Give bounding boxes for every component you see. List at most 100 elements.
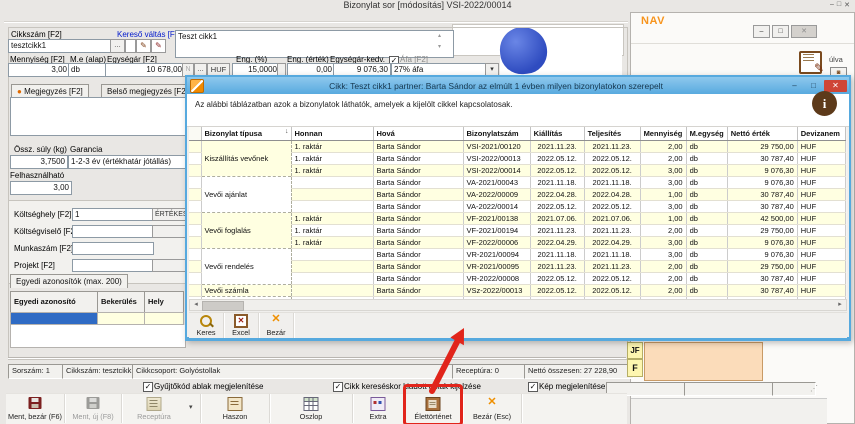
- dialog-maximize-icon[interactable]: □: [805, 80, 822, 92]
- close-icon[interactable]: ✕: [844, 1, 850, 9]
- recipe-button[interactable]: Receptúra: [122, 394, 186, 423]
- document-type-group: Kiszállítás vevőnek: [201, 141, 291, 177]
- column-header-7[interactable]: Mennyiség: [640, 127, 686, 141]
- dialog-titlebar[interactable]: Cikk: Teszt cikk1 partner: Barta Sándor …: [187, 77, 849, 94]
- column-header-5[interactable]: Kiállítás: [530, 127, 584, 141]
- item-search-checkbox[interactable]: ✓: [333, 382, 343, 392]
- spin-down-icon[interactable]: ▾: [438, 43, 441, 50]
- cost-center-input[interactable]: 1: [72, 208, 154, 221]
- cell-netto: 9 076,30: [727, 165, 797, 177]
- blank-button[interactable]: [125, 39, 136, 53]
- profit-button[interactable]: Haszon: [201, 394, 270, 423]
- egyedi-selected-cell[interactable]: [10, 312, 98, 325]
- table-row[interactable]: Vevői foglalás1. raktárBarta SándorVF-20…: [189, 213, 845, 225]
- edit-button[interactable]: ✎: [151, 39, 166, 53]
- cell-kiallitas: 2022.04.28.: [530, 189, 584, 201]
- search-toggle-link[interactable]: Kereső váltás [F9]: [117, 30, 181, 39]
- column-header-3[interactable]: Hová: [373, 127, 463, 141]
- dialog-subtitle: Az alábbi táblázatban azok a bizonylatok…: [187, 94, 849, 109]
- cell-hova: Barta Sándor: [373, 141, 463, 153]
- cell-netto: 42 500,00: [727, 213, 797, 225]
- save-close-button[interactable]: Ment, bezár (F6): [6, 394, 65, 423]
- item-name-memo[interactable]: Teszt cikk1: [175, 30, 454, 58]
- info-icon[interactable]: i: [812, 91, 837, 116]
- cell-szam: VA-2022/00014: [463, 201, 530, 213]
- egyedi-cell[interactable]: [97, 312, 145, 325]
- bullet-icon: ●: [17, 87, 22, 96]
- cell-hova: Barta Sándor: [373, 201, 463, 213]
- cell-kiallitas: 2022.05.12.: [530, 201, 584, 213]
- column-header-4[interactable]: Bizonylatszám: [463, 127, 530, 141]
- cell-honnan: [291, 249, 373, 261]
- column-header-6[interactable]: Teljesítés: [584, 127, 640, 141]
- scrollbar-thumb[interactable]: [202, 301, 244, 311]
- cell-hova: Barta Sándor: [373, 249, 463, 261]
- table-row[interactable]: Vevői ajánlatBarta SándorVA-2021/0004320…: [189, 177, 845, 189]
- row-selector: [189, 141, 201, 153]
- cell-netto: 30 787,40: [727, 189, 797, 201]
- maximize-icon[interactable]: □: [837, 1, 841, 9]
- column-header-2[interactable]: Honnan: [291, 127, 373, 141]
- collector-code-label: Gyűjtőkód ablak megjelenítése: [154, 382, 263, 391]
- table-row[interactable]: Vevői rendelésBarta SándorVR-2021/000942…: [189, 249, 845, 261]
- total-weight-input[interactable]: 3,7500: [10, 155, 68, 169]
- unit-price-input[interactable]: 10 678,00: [105, 63, 185, 77]
- egyedi-column-header[interactable]: Egyedi azonosító: [10, 291, 98, 313]
- chevron-down-icon: ▾: [189, 403, 193, 411]
- minimize-icon[interactable]: –: [753, 25, 770, 38]
- resize-grip[interactable]: ⋰: [810, 384, 818, 393]
- item-number-input[interactable]: tesztcikk1: [8, 39, 112, 53]
- column-header-1[interactable]: Bizonylat típusa↓: [201, 127, 291, 141]
- spin-up-icon[interactable]: ▴: [438, 32, 441, 39]
- unit-input[interactable]: db: [68, 63, 106, 77]
- dialog-minimize-icon[interactable]: –: [786, 80, 803, 92]
- edit-note-icon[interactable]: ✎: [799, 51, 822, 74]
- cell-szam: VF-2022/00006: [463, 237, 530, 249]
- close-button[interactable]: ✕Bezár: [259, 313, 294, 338]
- maximize-icon[interactable]: □: [772, 25, 789, 38]
- table-row[interactable]: Vevői számlaBarta SándorVSz-2022/0001320…: [189, 285, 845, 297]
- scroll-right-icon[interactable]: ▸: [834, 300, 846, 310]
- minimize-icon[interactable]: –: [830, 1, 834, 9]
- egyedi-column-header[interactable]: Hely: [144, 291, 184, 313]
- extra-button[interactable]: Extra: [353, 394, 404, 423]
- cell-mennyiseg: 2,00: [640, 285, 686, 297]
- cell-kiallitas: 2021.11.18.: [530, 177, 584, 189]
- cost-bearer-input[interactable]: [72, 225, 154, 238]
- cell-mennyiseg: 3,00: [640, 165, 686, 177]
- excel-button[interactable]: ✕Excel: [224, 313, 259, 338]
- recipe-icon: [147, 397, 162, 411]
- egyedi-cell[interactable]: [144, 312, 184, 325]
- cell-honnan: [291, 177, 373, 189]
- dialog-close-icon[interactable]: ✕: [824, 80, 847, 92]
- dialog-title: Cikk: Teszt cikk1 partner: Barta Sándor …: [206, 81, 786, 91]
- table-row[interactable]: Kiszállítás vevőnek1. raktárBarta Sándor…: [189, 141, 845, 153]
- collector-code-checkbox[interactable]: ✓: [143, 382, 153, 392]
- close-icon[interactable]: ✕: [791, 25, 817, 38]
- cell-teljesites: 2022.05.12.: [584, 285, 640, 297]
- tab-egyedi-azonositok[interactable]: Egyedi azonosítók (max. 200): [10, 274, 128, 288]
- cell-honnan: 1. raktár: [291, 225, 373, 237]
- browse-button[interactable]: …: [110, 39, 125, 53]
- project-input[interactable]: [72, 259, 154, 272]
- page-title: Bizonylat sor [módosítás] VSI-2022/00014: [0, 0, 855, 10]
- quantity-input[interactable]: 3,00: [8, 63, 70, 77]
- column-header-8[interactable]: M.egység: [686, 127, 727, 141]
- row-selector: [189, 189, 201, 201]
- column-header-10[interactable]: Devizanem: [797, 127, 845, 141]
- save-new-button[interactable]: Ment, új (F8): [65, 394, 122, 423]
- search-button[interactable]: Keres: [189, 313, 224, 338]
- cell-egyseg: db: [686, 213, 727, 225]
- edit-note-button[interactable]: ✎: [136, 39, 151, 53]
- egyedi-column-header[interactable]: Bekerülés: [97, 291, 145, 313]
- column-header-9[interactable]: Nettó érték: [727, 127, 797, 141]
- recipe-dropdown-button[interactable]: ▾: [186, 394, 201, 423]
- show-image-checkbox[interactable]: ✓: [528, 382, 538, 392]
- horizontal-scrollbar[interactable]: ◂ ▸: [189, 299, 847, 311]
- cell-szam: VSI-2021/00120: [463, 141, 530, 153]
- scroll-left-icon[interactable]: ◂: [190, 300, 202, 310]
- usable-input[interactable]: 3,00: [10, 181, 72, 195]
- column-button[interactable]: Oszlop: [270, 394, 353, 423]
- work-number-input[interactable]: [72, 242, 154, 255]
- screen: Bizonylat sor [módosítás] VSI-2022/00014…: [0, 0, 855, 424]
